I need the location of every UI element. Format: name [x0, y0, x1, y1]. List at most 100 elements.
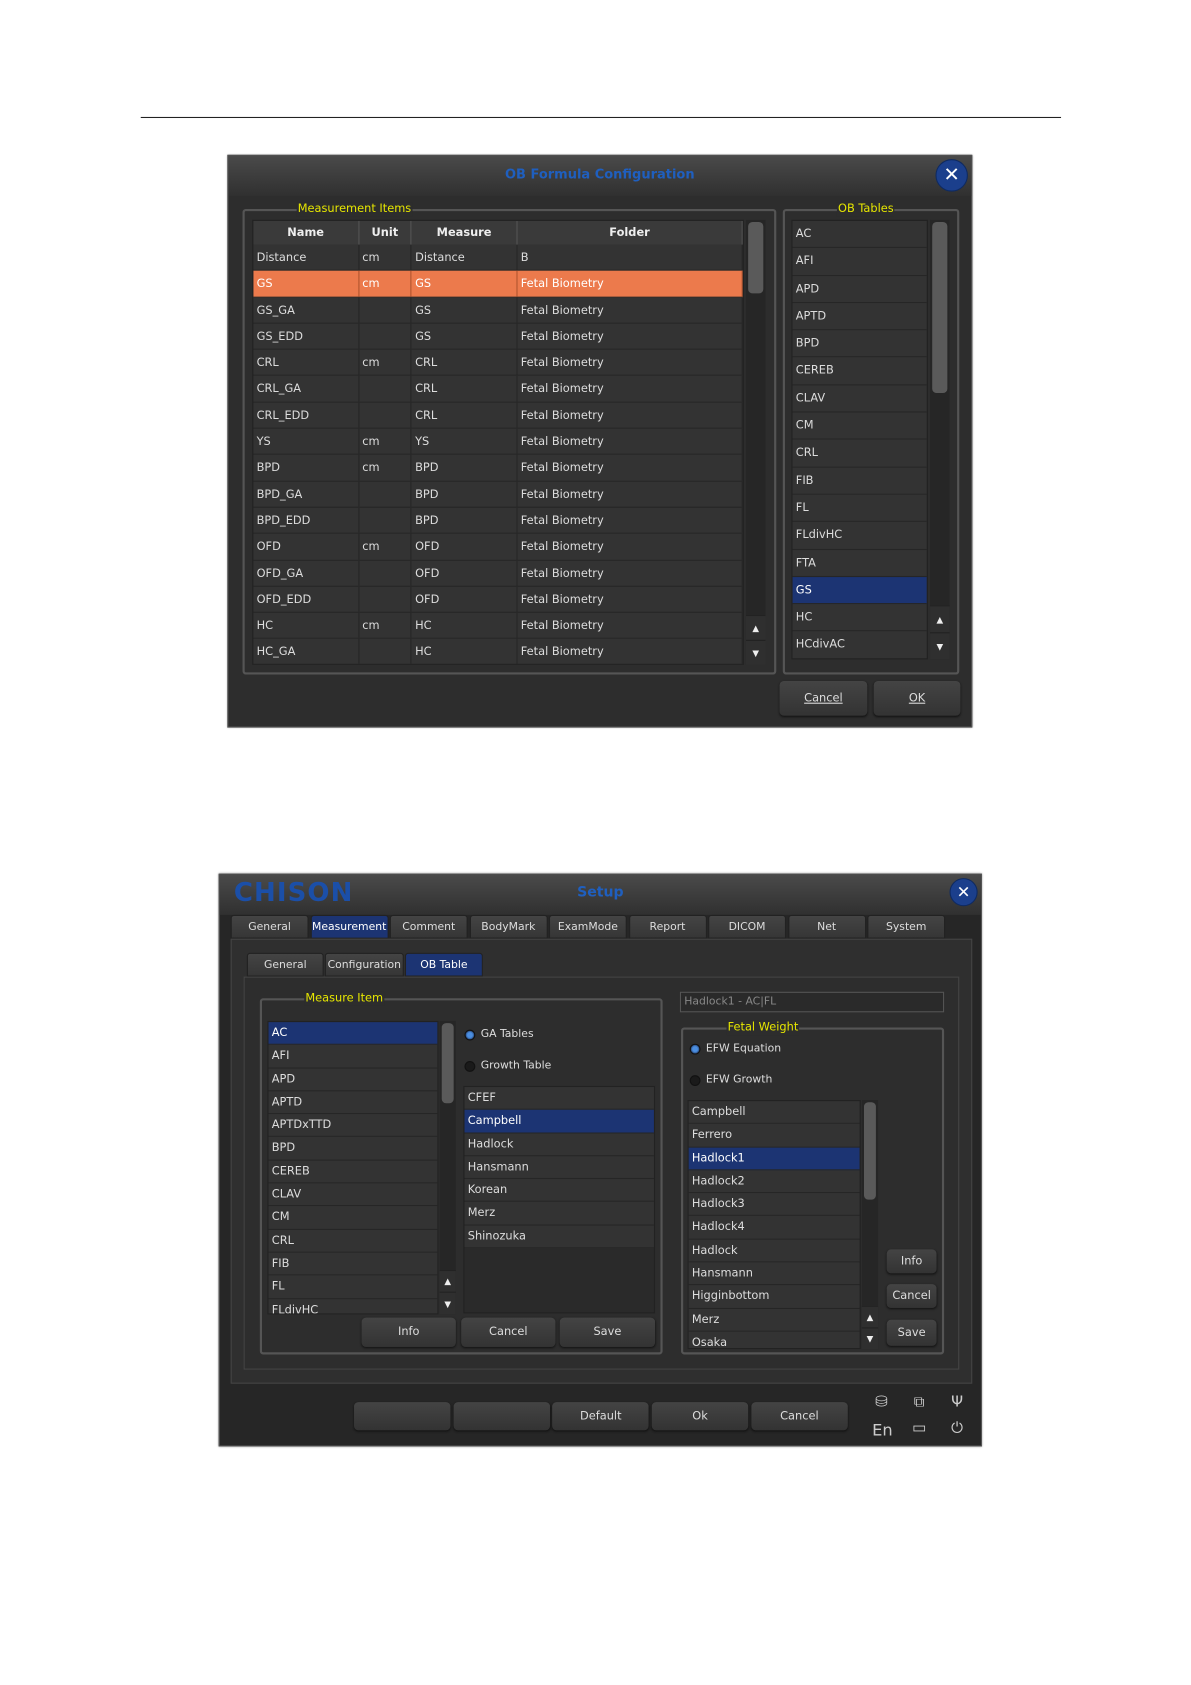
table-row[interactable]: OFD cm OFD Fetal Biometry: [253, 534, 743, 561]
table-row[interactable]: CRL cm CRL Fetal Biometry: [253, 349, 743, 377]
list-item[interactable]: BPD: [268, 1137, 438, 1161]
list-item[interactable]: FIB: [792, 467, 927, 495]
bottom-button-blank-0[interactable]: [354, 1402, 451, 1431]
list-item[interactable]: CEREB: [792, 357, 927, 386]
cancel-button[interactable]: Cancel: [461, 1317, 556, 1347]
save-button[interactable]: Save: [559, 1317, 656, 1347]
column-header[interactable]: Name: [253, 220, 359, 245]
list-scrollbar[interactable]: ▲ ▼: [439, 1020, 456, 1315]
list-item[interactable]: FLdivHC: [268, 1298, 438, 1314]
list-item[interactable]: APD: [268, 1068, 438, 1092]
tab-net[interactable]: Net: [787, 914, 866, 939]
list-item[interactable]: FL: [792, 494, 927, 523]
scroll-up-button[interactable]: ▲: [930, 605, 950, 633]
scroll-up-button[interactable]: ▲: [861, 1305, 879, 1328]
list-item[interactable]: APD: [792, 275, 927, 304]
close-button[interactable]: ✕: [935, 159, 968, 192]
list-scrollbar[interactable]: ▲ ▼: [930, 219, 950, 660]
list-item[interactable]: CM: [792, 412, 927, 440]
list-item[interactable]: HCdivAC: [792, 631, 927, 659]
bottom-button-cancel[interactable]: Cancel: [751, 1402, 848, 1431]
tab-report[interactable]: Report: [628, 914, 707, 939]
column-header[interactable]: Measure: [412, 220, 518, 245]
list-item[interactable]: Osaka: [688, 1331, 860, 1348]
save-button[interactable]: Save: [886, 1319, 937, 1346]
ok-button[interactable]: OK: [873, 681, 961, 716]
tab-general[interactable]: General: [230, 914, 309, 939]
table-row[interactable]: BPD cm BPD Fetal Biometry: [253, 455, 743, 482]
list-item[interactable]: FTA: [792, 549, 927, 577]
list-item[interactable]: CEREB: [268, 1160, 438, 1184]
list-item[interactable]: Hadlock1: [688, 1147, 860, 1171]
table-row[interactable]: BPD_EDD BPD Fetal Biometry: [253, 507, 743, 535]
tab-system[interactable]: System: [867, 914, 946, 939]
tab-comment[interactable]: Comment: [389, 914, 468, 939]
list-item[interactable]: Hansmann: [464, 1156, 654, 1180]
list-item[interactable]: Merz: [464, 1202, 654, 1226]
list-item[interactable]: Hadlock2: [688, 1170, 860, 1194]
tab-bodymark[interactable]: BodyMark: [469, 914, 548, 939]
list-item[interactable]: Higginbottom: [688, 1285, 860, 1309]
list-item[interactable]: CRL: [268, 1229, 438, 1253]
list-item[interactable]: Ferrero: [688, 1124, 860, 1148]
formula-field[interactable]: Hadlock1 - AC|FL: [679, 991, 945, 1013]
list-item[interactable]: Hadlock: [464, 1133, 654, 1157]
efw-equation-radio[interactable]: EFW Equation: [689, 1043, 781, 1055]
list-item[interactable]: FL: [268, 1275, 438, 1299]
scrollbar-thumb[interactable]: [932, 221, 948, 394]
scrollbar-thumb[interactable]: [441, 1023, 454, 1104]
subtab-configuration[interactable]: Configuration: [324, 952, 404, 977]
list-item[interactable]: CM: [268, 1206, 438, 1230]
list-item[interactable]: FIB: [268, 1252, 438, 1276]
table-row[interactable]: BPD_GA BPD Fetal Biometry: [253, 481, 743, 508]
scroll-down-button[interactable]: ▼: [745, 639, 766, 665]
scroll-up-button[interactable]: ▲: [439, 1270, 456, 1292]
close-button[interactable]: ✕: [949, 878, 978, 907]
list-item[interactable]: Merz: [688, 1308, 860, 1332]
ga-tables-radio[interactable]: GA Tables: [464, 1029, 534, 1040]
list-item[interactable]: CFEF: [464, 1087, 654, 1111]
info-button[interactable]: Info: [886, 1249, 937, 1274]
list-item[interactable]: CRL: [792, 439, 927, 468]
bottom-button-blank-1[interactable]: [453, 1402, 550, 1431]
table-scrollbar[interactable]: ▲ ▼: [745, 219, 766, 665]
column-header[interactable]: Folder: [517, 220, 743, 245]
tab-measurement[interactable]: Measurement: [310, 914, 389, 939]
tab-dicom[interactable]: DICOM: [708, 914, 787, 939]
table-row[interactable]: OFD_GA OFD Fetal Biometry: [253, 560, 743, 587]
table-row[interactable]: CRL_GA CRL Fetal Biometry: [253, 376, 743, 403]
list-item[interactable]: Campbell: [464, 1110, 654, 1134]
scroll-down-button[interactable]: ▼: [861, 1327, 879, 1350]
table-row[interactable]: OFD_EDD OFD Fetal Biometry: [253, 586, 743, 613]
table-row[interactable]: GS_GA GS Fetal Biometry: [253, 297, 743, 324]
bottom-button-default[interactable]: Default: [552, 1402, 649, 1431]
list-item[interactable]: Shinozuka: [464, 1225, 654, 1249]
table-row[interactable]: Distance cm Distance B: [253, 244, 743, 271]
tab-exammode[interactable]: ExamMode: [548, 914, 627, 939]
scrollbar-thumb[interactable]: [863, 1102, 876, 1200]
table-row[interactable]: GS_EDD GS Fetal Biometry: [253, 323, 743, 350]
info-button[interactable]: Info: [361, 1317, 456, 1347]
table-row[interactable]: HC cm HC Fetal Biometry: [253, 612, 743, 640]
growth-table-radio[interactable]: Growth Table: [464, 1060, 551, 1072]
list-item[interactable]: APTDxTTD: [268, 1114, 438, 1138]
list-item[interactable]: FLdivHC: [792, 522, 927, 550]
list-item[interactable]: AFI: [792, 248, 927, 276]
subtab-ob-table[interactable]: OB Table: [404, 952, 483, 977]
list-item[interactable]: Korean: [464, 1179, 654, 1203]
list-item[interactable]: Campbell: [688, 1101, 860, 1125]
list-item[interactable]: CLAV: [792, 385, 927, 413]
language-indicator[interactable]: En: [869, 1421, 895, 1440]
scrollbar-thumb[interactable]: [748, 221, 764, 294]
list-item[interactable]: Hadlock4: [688, 1216, 860, 1240]
table-row[interactable]: CRL_EDD CRL Fetal Biometry: [253, 402, 743, 429]
list-item[interactable]: GS: [792, 576, 927, 605]
cancel-button[interactable]: Cancel: [886, 1284, 937, 1308]
efw-growth-radio[interactable]: EFW Growth: [689, 1074, 772, 1086]
column-header[interactable]: Unit: [359, 220, 412, 245]
list-scrollbar[interactable]: ▲ ▼: [861, 1100, 879, 1350]
bottom-button-ok[interactable]: Ok: [651, 1402, 749, 1431]
scroll-down-button[interactable]: ▼: [439, 1291, 456, 1315]
subtab-general[interactable]: General: [246, 952, 324, 977]
list-item[interactable]: CLAV: [268, 1183, 438, 1207]
